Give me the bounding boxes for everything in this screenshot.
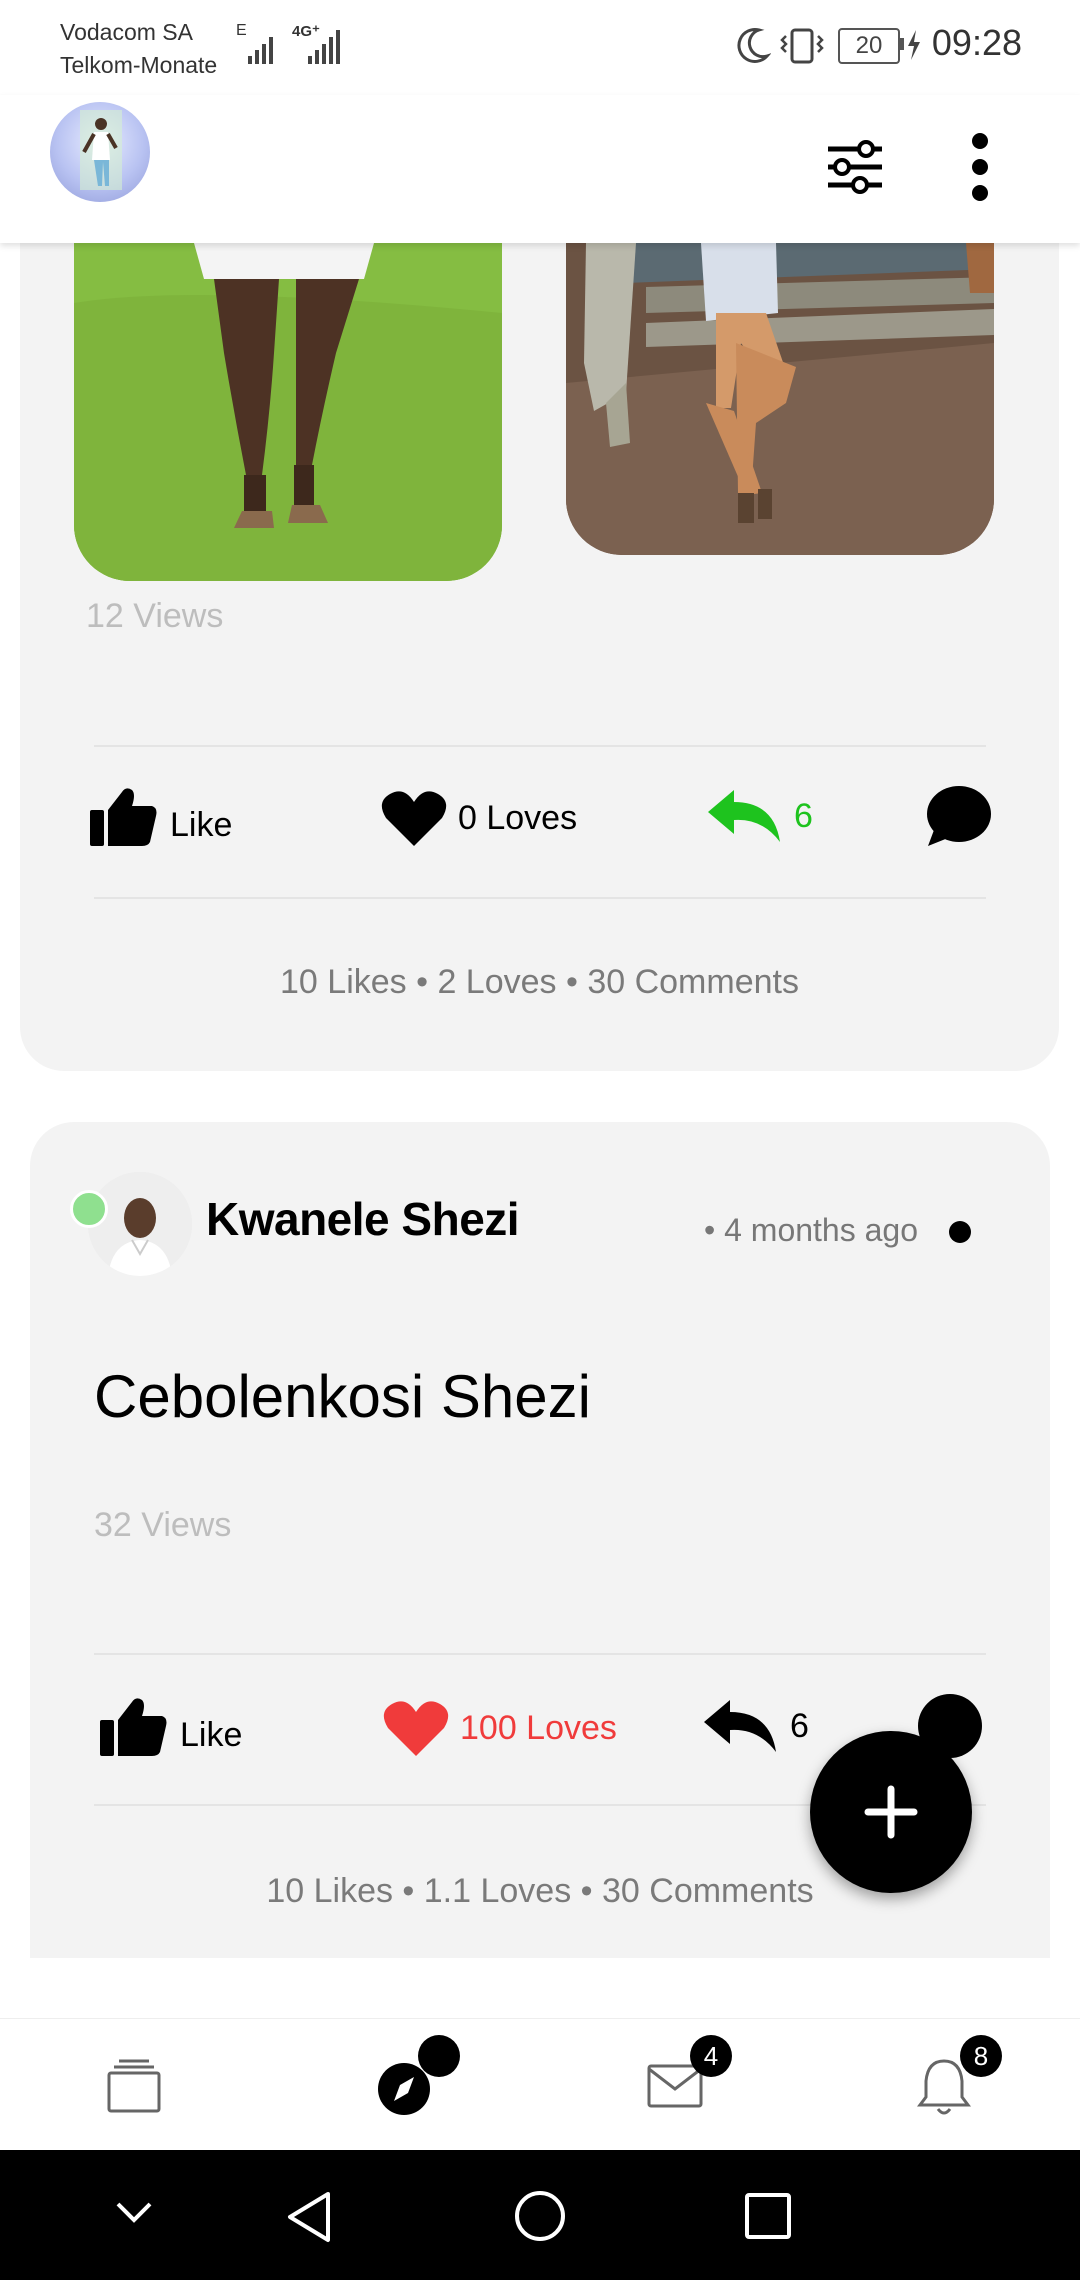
carrier-names: Vodacom SA Telkom-Monate	[60, 16, 217, 82]
post-2-options-dot[interactable]	[949, 1221, 971, 1243]
network-type-1: E	[236, 22, 247, 39]
carrier-2: Telkom-Monate	[60, 52, 218, 78]
post-2-like-label: Like	[180, 1715, 243, 1754]
heart-icon	[381, 791, 447, 846]
bottom-navigation: 4 8	[0, 2018, 1080, 2151]
clock: 09:28	[931, 22, 1022, 63]
home-icon[interactable]	[514, 2190, 566, 2247]
post-2-share-button[interactable]: 6	[702, 1696, 809, 1756]
reply-arrow-icon	[708, 790, 780, 842]
plus-icon	[864, 1785, 918, 1839]
profile-avatar[interactable]	[50, 102, 150, 202]
do-not-disturb-icon	[735, 26, 772, 71]
post-1-share-count: 6	[794, 796, 813, 835]
post-1-divider-bottom	[94, 897, 986, 899]
post-2-title: Cebolenkosi Shezi	[94, 1363, 591, 1430]
post-1-views: 12 Views	[86, 597, 224, 635]
more-options-icon[interactable]	[960, 131, 1000, 210]
post-1-comment-icon[interactable]	[924, 784, 992, 855]
carrier-1: Vodacom SA	[60, 19, 193, 45]
battery-level: 20	[855, 32, 883, 59]
battery-icon: 20	[838, 28, 900, 64]
create-post-button[interactable]	[810, 1731, 972, 1893]
post-1-like-label: Like	[170, 805, 233, 844]
online-status-dot	[70, 1190, 108, 1228]
post-2-views: 32 Views	[94, 1506, 232, 1544]
filter-icon[interactable]	[820, 135, 890, 210]
notifications-badge: 8	[960, 2035, 1002, 2077]
battery-tip	[899, 38, 904, 50]
post-1-love-button[interactable]: 0 Loves	[380, 788, 577, 848]
post-2-love-button[interactable]: 100 Loves	[382, 1698, 617, 1758]
post-2-share-count: 6	[790, 1706, 809, 1745]
post-1-share-button[interactable]: 6	[706, 786, 813, 846]
messages-badge: 4	[690, 2035, 732, 2077]
thumbs-up-icon	[90, 788, 157, 846]
post-2-like-button[interactable]: Like	[98, 1694, 242, 1758]
post-1-like-button[interactable]: Like	[88, 784, 232, 848]
back-icon[interactable]	[284, 2190, 334, 2249]
post-photo-2[interactable]	[566, 243, 994, 555]
post-2-author-name[interactable]: Kwanele Shezi	[206, 1192, 520, 1246]
post-1-divider-top	[94, 745, 986, 747]
post-1-loves-label: 0 Loves	[458, 798, 578, 837]
explore-badge	[418, 2035, 460, 2077]
collapse-chevron-icon[interactable]	[114, 2200, 154, 2229]
reply-arrow-icon	[704, 1700, 776, 1752]
vibrate-icon	[780, 26, 826, 71]
post-2-divider-top	[94, 1653, 986, 1655]
recents-icon[interactable]	[744, 2192, 792, 2245]
status-bar: Vodacom SA Telkom-Monate E 4G⁺ 20 09:28	[0, 0, 1080, 95]
charging-icon	[906, 30, 922, 65]
thumbs-up-icon	[100, 1698, 167, 1756]
post-2-time: • 4 months ago	[704, 1212, 918, 1248]
post-photo-1[interactable]	[74, 243, 502, 581]
post-2-loves-label: 100 Loves	[460, 1708, 617, 1747]
system-navigation-bar	[0, 2150, 1080, 2280]
author-avatar[interactable]	[88, 1172, 192, 1276]
app-bar	[0, 95, 1080, 243]
post-1-summary: 10 Likes • 2 Loves • 30 Comments	[280, 963, 799, 1001]
nav-feed-icon[interactable]	[106, 2059, 162, 2118]
heart-icon	[383, 1701, 449, 1756]
